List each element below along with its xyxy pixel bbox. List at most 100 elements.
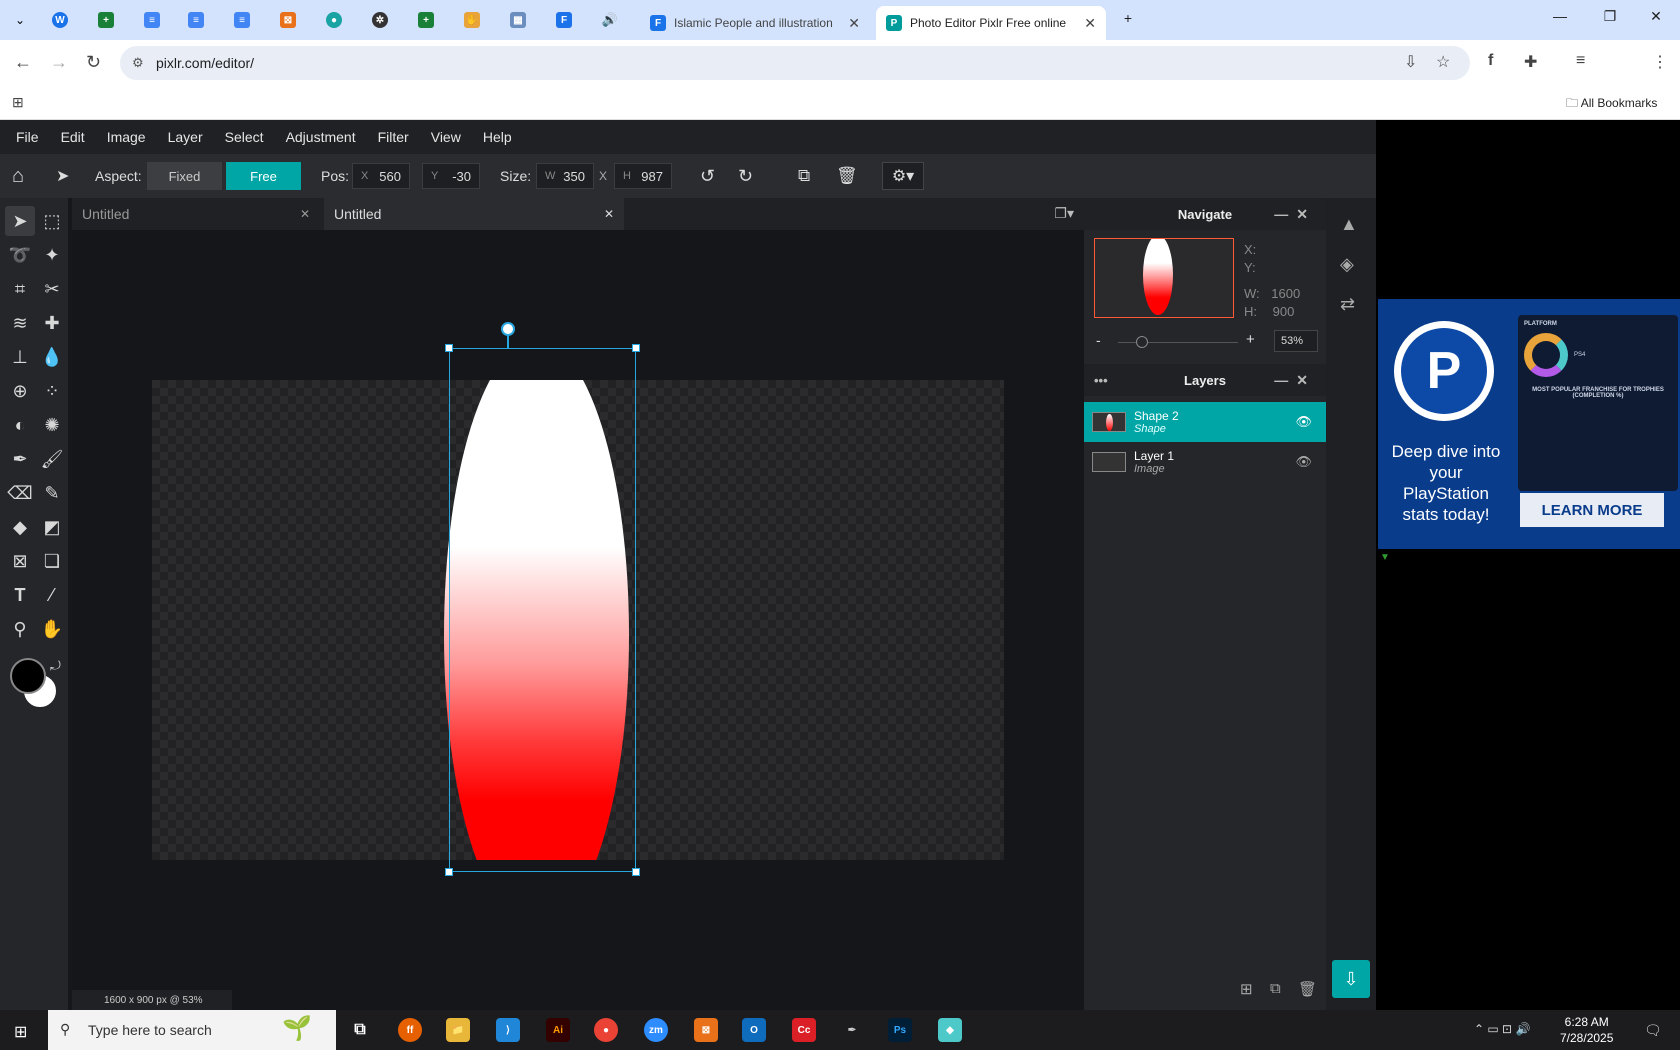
pen-tool-icon[interactable]: ✒ <box>5 444 35 474</box>
tab-pixlr[interactable]: P Photo Editor Pixlr Free online Ir ✕ <box>876 6 1106 40</box>
dodge-tool-icon[interactable]: ◐ <box>5 410 35 440</box>
doc-tab-close-icon[interactable]: ✕ <box>300 207 310 221</box>
chrome-icon[interactable]: ● <box>594 1018 618 1042</box>
menu-file[interactable]: File <box>16 129 39 145</box>
delete-icon[interactable]: 🗑 <box>836 166 858 186</box>
extension-f-icon[interactable]: f <box>1488 52 1493 70</box>
burn-tool-icon[interactable]: ✺ <box>37 410 67 440</box>
crop-tool-icon[interactable]: ⌗ <box>5 274 35 304</box>
resize-handle-br[interactable] <box>632 868 640 876</box>
menu-select[interactable]: Select <box>225 129 264 145</box>
foreground-color-swatch[interactable] <box>10 658 46 694</box>
gradient-tool-icon[interactable]: ◩ <box>37 512 67 542</box>
brush-tool-icon[interactable]: 🖌 <box>37 444 67 474</box>
menu-view[interactable]: View <box>431 129 461 145</box>
save-download-button[interactable]: ⇩ <box>1332 960 1370 998</box>
rotate-right-icon[interactable]: ↻ <box>738 166 753 187</box>
advertisement[interactable]: P Deep dive into your PlayStation stats … <box>1378 299 1680 549</box>
eye-icon[interactable]: 👁 <box>1295 454 1312 470</box>
menu-edit[interactable]: Edit <box>61 129 85 145</box>
tab-pinned-9[interactable]: + <box>408 6 444 34</box>
eraser-tool-icon[interactable]: ⌫ <box>5 478 35 508</box>
zoom-in-button[interactable]: + <box>1246 331 1255 348</box>
tab-pinned-5[interactable]: ≡ <box>224 6 260 34</box>
layers-controls[interactable]: —✕ <box>1274 372 1316 389</box>
clone-tool-icon[interactable]: ⊥ <box>5 342 35 372</box>
rotate-handle[interactable] <box>501 322 515 336</box>
liquify-tool-icon[interactable]: ≋ <box>5 308 35 338</box>
tab-close-icon[interactable]: ✕ <box>1084 15 1096 32</box>
install-icon[interactable]: ⇩ <box>1404 52 1417 72</box>
ad-choices-icon[interactable]: ▼ <box>1380 552 1390 563</box>
apps-icon[interactable]: ⊞ <box>12 94 24 111</box>
zoom-input[interactable]: 53% <box>1274 330 1318 352</box>
color-replace-tool-icon[interactable]: ✎ <box>37 478 67 508</box>
layers-panel-icon[interactable]: ◈ <box>1340 254 1354 275</box>
tab-pinned-11[interactable]: ▦ <box>500 6 536 34</box>
tab-pinned-6[interactable]: ⊠ <box>270 6 306 34</box>
tab-pinned-3[interactable]: ≡ <box>134 6 170 34</box>
aspect-fixed-button[interactable]: Fixed <box>147 162 222 190</box>
restore-button[interactable]: ❐ <box>1590 8 1630 25</box>
xampp-icon[interactable]: ⊠ <box>694 1018 718 1042</box>
pen-app-icon[interactable]: ✒ <box>840 1018 864 1042</box>
doc-tab-2[interactable]: Untitled ✕ <box>324 198 624 230</box>
navigate-controls[interactable]: —✕ <box>1274 206 1316 223</box>
tab-pinned-7[interactable]: ● <box>316 6 352 34</box>
duplicate-layer-icon[interactable]: ⧉ <box>1270 980 1281 997</box>
file-explorer-icon[interactable]: 📁 <box>446 1018 470 1042</box>
windows-start-icon[interactable]: ⊞ <box>14 1022 27 1042</box>
tab-pinned-10[interactable]: ✋ <box>454 6 490 34</box>
reload-icon[interactable]: ↻ <box>86 52 101 73</box>
sponge-tool-icon[interactable]: ⊕ <box>5 376 35 406</box>
creative-cloud-icon[interactable]: Cc <box>792 1018 816 1042</box>
back-icon[interactable]: ← <box>14 52 32 73</box>
app-icon[interactable]: ◆ <box>938 1018 962 1042</box>
shape-tool-icon[interactable]: ⊠ <box>5 546 35 576</box>
history-panel-icon[interactable]: ⇄ <box>1340 294 1355 315</box>
window-layout-icon[interactable]: ❐▾ <box>1054 205 1074 222</box>
doc-tab-close-icon[interactable]: ✕ <box>604 207 614 221</box>
duplicate-icon[interactable]: ⧉ <box>798 166 810 186</box>
heal-tool-icon[interactable]: ✚ <box>37 308 67 338</box>
layer-shape-tool-icon[interactable]: ❏ <box>37 546 67 576</box>
wand-tool-icon[interactable]: ✦ <box>37 240 67 270</box>
menu-layer[interactable]: Layer <box>168 129 203 145</box>
arrange-tool-icon[interactable]: ➤ <box>5 206 35 236</box>
bookmark-star-icon[interactable]: ☆ <box>1436 52 1450 72</box>
close-window-button[interactable]: ✕ <box>1636 8 1676 25</box>
menu-help[interactable]: Help <box>483 129 512 145</box>
photoshop-icon[interactable]: Ps <box>888 1018 912 1042</box>
ad-learn-more-button[interactable]: LEARN MORE <box>1520 493 1664 527</box>
rotate-left-icon[interactable]: ↺ <box>700 166 715 187</box>
tab-islamic-people[interactable]: F Islamic People and illustration v ✕ <box>640 6 870 40</box>
layer-row-shape2[interactable]: Shape 2 Shape 👁 <box>1084 402 1326 442</box>
extensions-icon[interactable]: ✚ <box>1524 52 1537 72</box>
zoom-app-icon[interactable]: zm <box>644 1018 668 1042</box>
menu-adjustment[interactable]: Adjustment <box>286 129 356 145</box>
new-tab-button[interactable]: + <box>1108 10 1148 26</box>
all-bookmarks[interactable]: 🗀 All Bookmarks <box>1566 94 1657 115</box>
tab-audio[interactable]: 🔊 <box>592 6 628 34</box>
illustrator-icon[interactable]: Ai <box>546 1018 570 1042</box>
vscode-icon[interactable]: ⟩ <box>496 1018 520 1042</box>
tab-pinned-2[interactable]: + <box>88 6 124 34</box>
tab-pinned-12[interactable]: F <box>546 6 582 34</box>
navigator-preview[interactable] <box>1094 238 1234 318</box>
lasso-tool-icon[interactable]: ➰ <box>5 240 35 270</box>
more-icon[interactable]: ••• <box>1094 373 1108 388</box>
layer-row-layer1[interactable]: Layer 1 Image 👁 <box>1084 442 1326 482</box>
zoom-out-button[interactable]: - <box>1096 332 1101 348</box>
home-icon[interactable]: ⌂ <box>12 165 24 188</box>
doc-tab-1[interactable]: Untitled ✕ <box>72 198 320 230</box>
text-tool-icon[interactable]: T <box>5 580 35 610</box>
taskbar-clock[interactable]: 6:28 AM 7/28/2025 <box>1560 1014 1613 1046</box>
resize-handle-tl[interactable] <box>445 344 453 352</box>
menu-filter[interactable]: Filter <box>378 129 409 145</box>
selection-box[interactable] <box>449 348 636 872</box>
swap-colors-icon[interactable]: ⤾ <box>50 658 61 674</box>
size-h-input[interactable]: H 987 <box>614 163 672 189</box>
add-layer-icon[interactable]: ⊞ <box>1240 980 1253 998</box>
zoom-tool-icon[interactable]: ⚲ <box>5 614 35 644</box>
task-view-icon[interactable]: ⧉ <box>348 1018 372 1042</box>
